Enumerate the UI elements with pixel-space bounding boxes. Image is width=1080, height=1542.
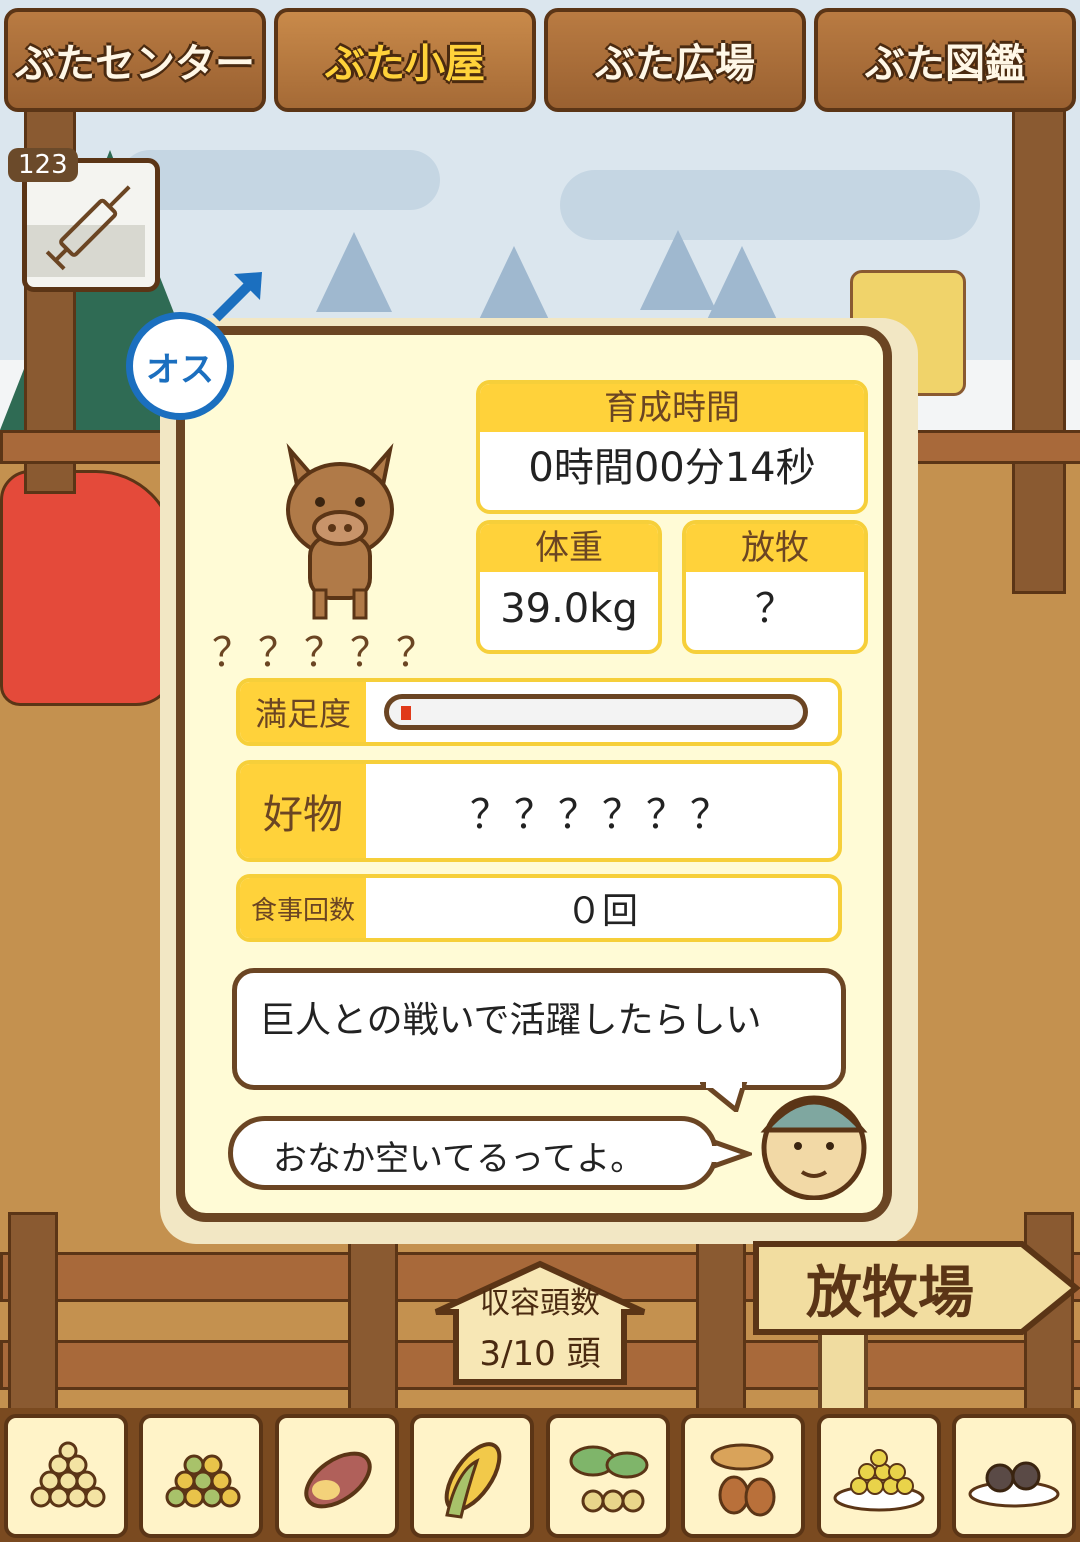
weight-card: 体重 39.0kg	[476, 520, 662, 654]
raise-time-value: 0時間00分14秒	[528, 445, 816, 491]
feed-slot-leafy-greens[interactable]	[545, 1414, 670, 1538]
pine-tree	[316, 232, 392, 312]
tab-buta-encyclopedia[interactable]: ぶた図鑑	[814, 8, 1076, 112]
feed-slot-chocolate-plate[interactable]	[951, 1414, 1076, 1538]
leafy-greens-icon	[569, 1445, 649, 1513]
feed-slot-grain-plate[interactable]	[816, 1414, 941, 1538]
fence-post	[348, 1232, 398, 1418]
satisfaction-meter	[384, 694, 808, 730]
satisfaction-meter-fill	[401, 706, 411, 720]
meal-count-value: ０回	[565, 891, 638, 932]
favorite-food-label: 好物	[240, 764, 366, 858]
pine-tree	[704, 246, 780, 326]
farmer-comment-bubble: おなか空いてるってよ。	[228, 1116, 718, 1190]
cloud	[560, 170, 980, 240]
chocolate-plate-icon	[968, 1461, 1060, 1508]
grain-plate-icon	[833, 1449, 925, 1512]
top-tab-bar: ぶたセンター ぶた小屋 ぶた広場 ぶた図鑑	[0, 0, 1080, 112]
graze-value: ？	[755, 586, 795, 632]
gender-badge: オス	[126, 312, 234, 420]
feed-bar	[0, 1408, 1080, 1542]
fence-post	[8, 1212, 58, 1418]
shrine-maiden-character[interactable]	[0, 470, 176, 706]
meal-count-label: 食事回数	[240, 878, 366, 938]
soybeans-icon	[30, 1441, 106, 1508]
item-count-badge: 123	[8, 148, 78, 182]
graze-card: 放牧 ？	[682, 520, 868, 654]
feed-slot-mixed-beans[interactable]	[139, 1414, 264, 1538]
capacity-value: 3/10 頭	[479, 1334, 601, 1374]
favorite-food-value: ？？？？？？	[470, 792, 734, 838]
favorite-food-row: 好物 ？？？？？？	[236, 760, 842, 862]
corn-icon	[444, 1442, 502, 1519]
raise-time-card: 育成時間 0時間00分14秒	[476, 380, 868, 514]
mixed-beans-icon	[165, 1454, 241, 1508]
weight-label: 体重	[480, 524, 658, 572]
boar-image	[286, 442, 394, 620]
raise-time-label: 育成時間	[480, 384, 864, 432]
tab-buta-hut[interactable]: ぶた小屋	[274, 8, 536, 112]
bubble-tail	[712, 1138, 752, 1170]
fence-post	[1012, 108, 1066, 594]
pig-name: ？？？？？	[212, 630, 442, 676]
weight-value: 39.0kg	[500, 586, 638, 632]
feed-slot-corn[interactable]	[410, 1414, 535, 1538]
capacity-label: 収容頭数	[480, 1286, 600, 1321]
pasture-button[interactable]: 放牧場	[770, 1248, 1010, 1329]
acorns-icon	[710, 1443, 776, 1517]
feed-slot-soybeans[interactable]	[4, 1414, 128, 1538]
satisfaction-row: 満足度	[236, 678, 842, 746]
farmer-face-icon	[760, 1095, 868, 1200]
graze-label: 放牧	[686, 524, 864, 572]
fence-post	[696, 1232, 746, 1418]
satisfaction-label: 満足度	[240, 682, 366, 742]
tab-buta-center[interactable]: ぶたセンター	[4, 8, 266, 112]
tab-buta-plaza[interactable]: ぶた広場	[544, 8, 806, 112]
sweet-potato-icon	[304, 1451, 372, 1509]
feed-slot-sweet-potato[interactable]	[274, 1414, 399, 1538]
description-bubble: 巨人との戦いで活躍したらしい	[232, 968, 846, 1090]
feed-slot-acorns[interactable]	[681, 1414, 806, 1538]
meal-count-row: 食事回数 ０回	[236, 874, 842, 942]
pine-tree	[476, 246, 552, 326]
bubble-tail	[700, 1082, 748, 1112]
male-arrow-icon	[212, 272, 262, 322]
